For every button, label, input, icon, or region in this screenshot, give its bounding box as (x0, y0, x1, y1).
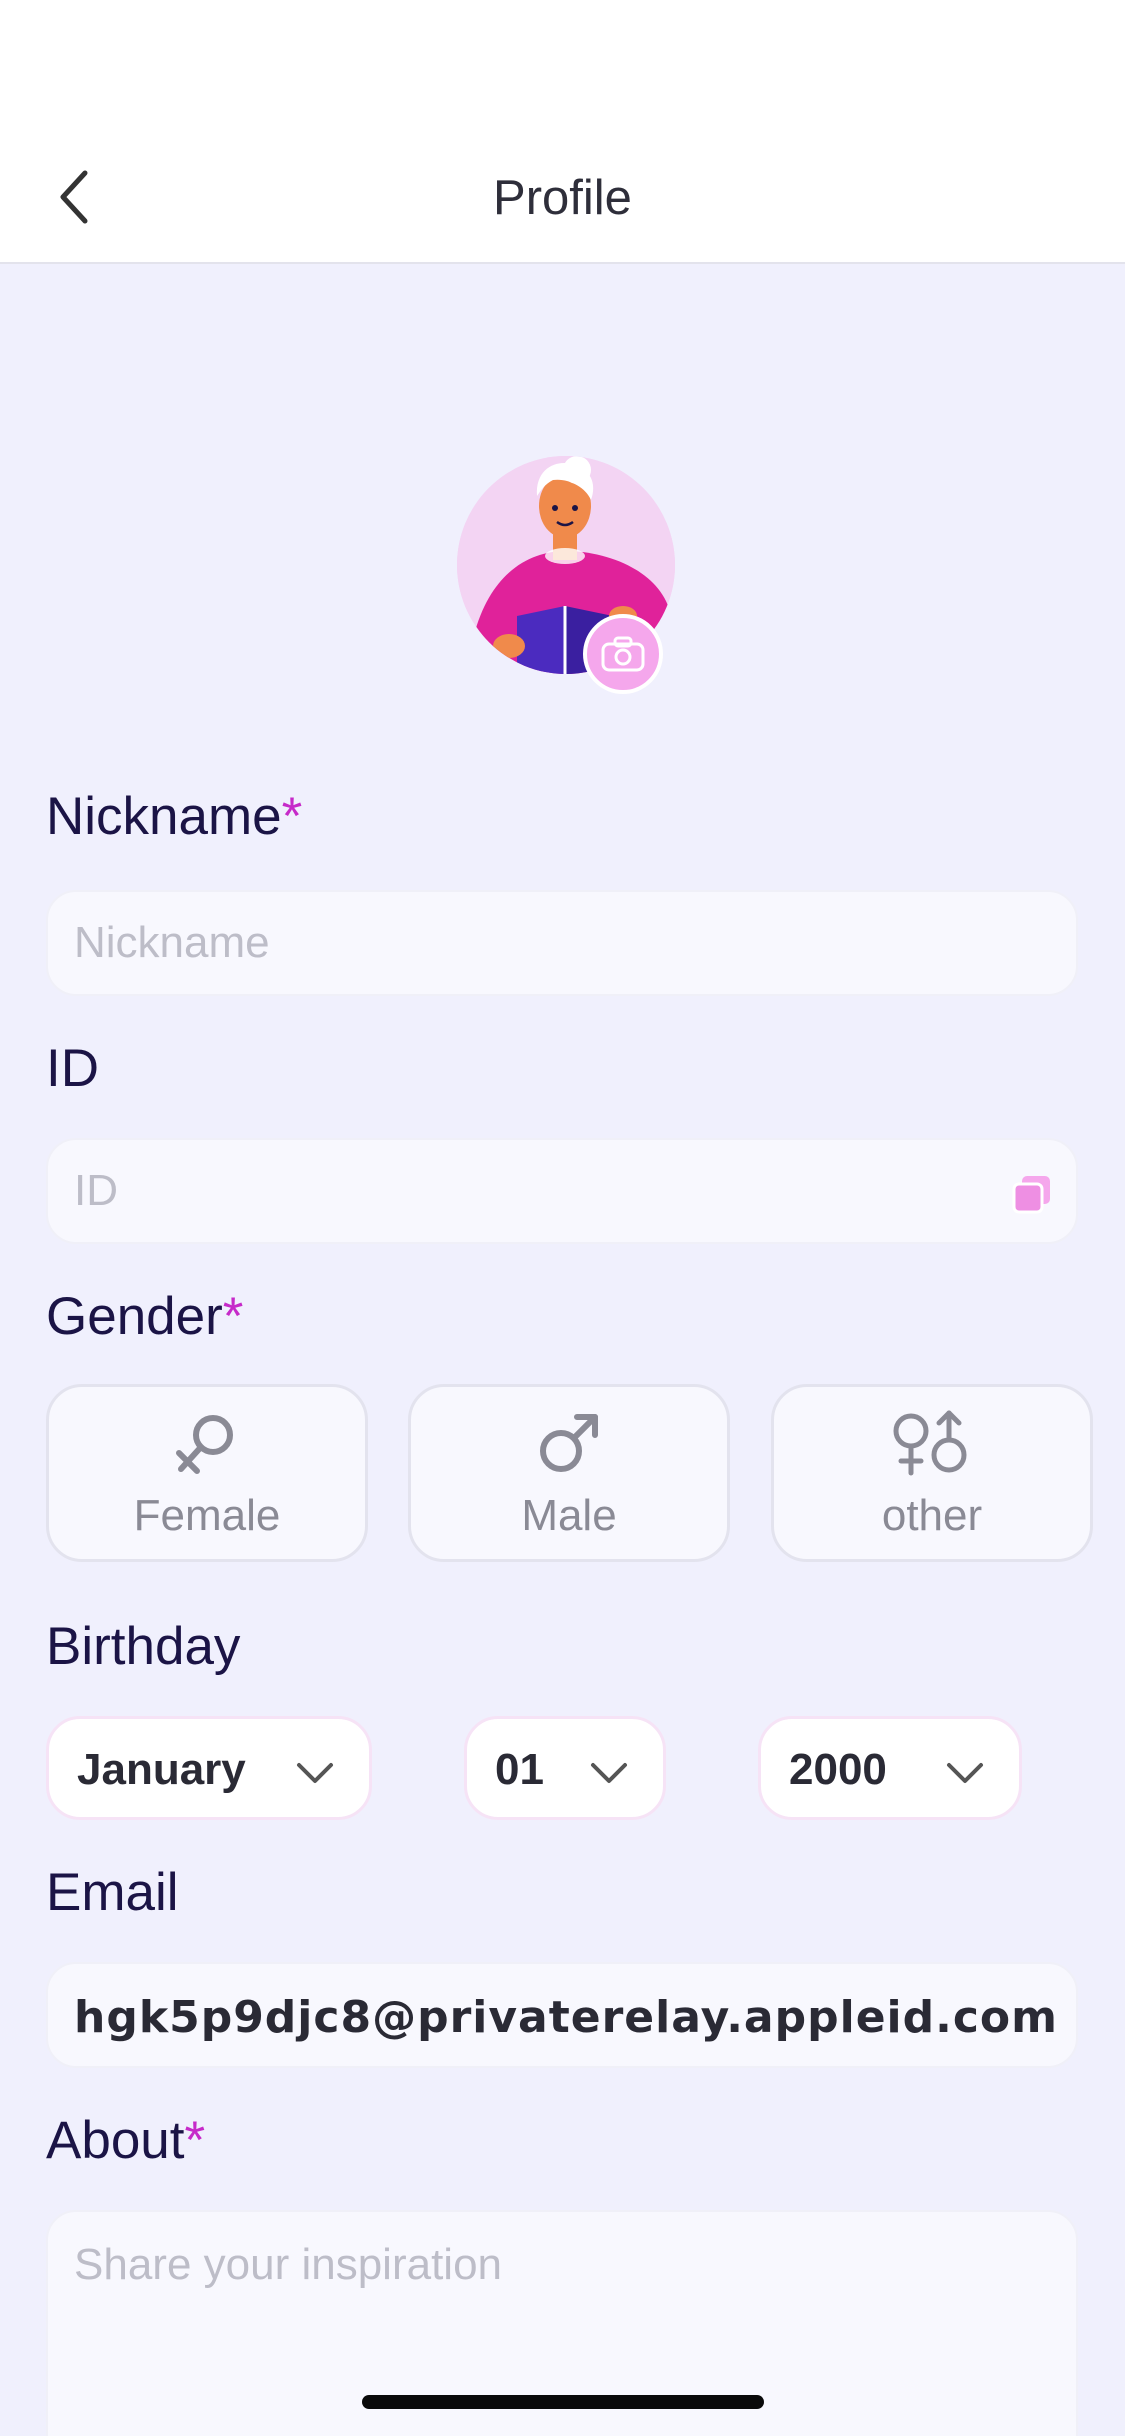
birth-month-select[interactable]: January (46, 1716, 372, 1820)
required-mark: * (222, 1287, 244, 1346)
chevron-down-icon (947, 1763, 983, 1783)
gender-option-label: Male (521, 1491, 617, 1540)
gender-option-other[interactable]: other (771, 1384, 1093, 1562)
gender-option-female[interactable]: Female (46, 1384, 368, 1562)
home-indicator (362, 2395, 764, 2409)
other-gender-icon (893, 1410, 967, 1476)
about-label: About* (46, 2111, 206, 2170)
birth-day-select[interactable]: 01 (464, 1716, 666, 1820)
birth-year-value: 2000 (789, 1745, 887, 1794)
chevron-down-icon (297, 1763, 333, 1783)
birth-day-value: 01 (495, 1745, 544, 1794)
male-icon (540, 1414, 598, 1472)
gender-option-male[interactable]: Male (408, 1384, 730, 1562)
id-label: ID (46, 1039, 99, 1098)
about-placeholder: Share your inspiration (74, 2240, 503, 2289)
required-mark: * (281, 787, 303, 846)
nickname-label: Nickname* (46, 787, 303, 846)
change-photo-button[interactable] (583, 614, 663, 694)
id-field[interactable]: ID (46, 1138, 1078, 1244)
birth-year-select[interactable]: 2000 (758, 1716, 1022, 1820)
email-label: Email (46, 1863, 179, 1922)
required-mark: * (184, 2111, 206, 2170)
female-icon (176, 1415, 233, 1474)
copy-icon[interactable] (1012, 1174, 1052, 1214)
nav-bar: Profile (0, 132, 1125, 264)
camera-icon (601, 636, 645, 672)
page-title: Profile (493, 171, 632, 225)
chevron-down-icon (591, 1763, 627, 1783)
email-field[interactable]: hgk5p9djc8@privaterelay.appleid.com (46, 1962, 1078, 2068)
email-value: hgk5p9djc8@privaterelay.appleid.com (74, 1992, 1058, 2043)
birthday-label: Birthday (46, 1617, 241, 1676)
nickname-placeholder: Nickname (74, 918, 270, 967)
gender-option-label: other (881, 1491, 983, 1540)
id-placeholder: ID (74, 1166, 118, 1215)
status-bar (0, 0, 1125, 132)
nickname-input[interactable]: Nickname (46, 890, 1078, 996)
birth-month-value: January (77, 1745, 246, 1794)
gender-label: Gender* (46, 1287, 244, 1346)
gender-option-label: Female (133, 1491, 281, 1540)
